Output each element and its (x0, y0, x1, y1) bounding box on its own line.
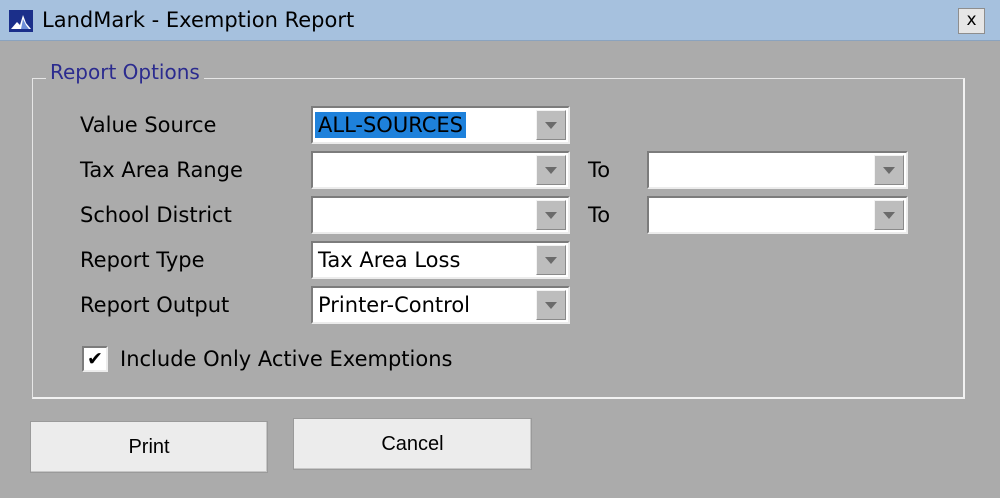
report-output-dropdown-button[interactable] (536, 290, 566, 320)
value-source-combo[interactable]: ALL-SOURCES (311, 106, 570, 144)
report-type-label: Report Type (80, 248, 205, 272)
tax-area-from-dropdown-button[interactable] (536, 155, 566, 185)
school-district-from-combo[interactable] (311, 196, 570, 234)
chevron-down-icon (545, 122, 557, 129)
chevron-down-icon (545, 212, 557, 219)
school-district-label: School District (80, 203, 232, 227)
school-district-to-label: To (588, 203, 611, 227)
chevron-down-icon (545, 257, 557, 264)
chevron-down-icon (883, 212, 895, 219)
report-output-label: Report Output (80, 293, 230, 317)
chevron-down-icon (545, 167, 557, 174)
value-source-label: Value Source (80, 113, 217, 137)
report-options-legend: Report Options (46, 60, 204, 84)
close-button[interactable]: x (958, 8, 985, 34)
tax-area-to-value (651, 157, 657, 183)
value-source-dropdown-button[interactable] (536, 110, 566, 140)
window-title: LandMark - Exemption Report (42, 8, 355, 32)
title-bar[interactable]: LandMark - Exemption Report x (0, 0, 1000, 41)
value-source-value: ALL-SOURCES (315, 112, 467, 138)
tax-area-from-combo[interactable] (311, 151, 570, 189)
tax-area-to-dropdown-button[interactable] (874, 155, 904, 185)
school-district-from-dropdown-button[interactable] (536, 200, 566, 230)
tax-area-to-label: To (588, 158, 611, 182)
school-district-from-value (315, 202, 321, 228)
cancel-button[interactable]: Cancel (293, 418, 532, 470)
tax-area-to-combo[interactable] (647, 151, 908, 189)
print-button[interactable]: Print (30, 421, 268, 473)
tax-area-range-label: Tax Area Range (80, 158, 243, 182)
report-type-dropdown-button[interactable] (536, 245, 566, 275)
school-district-to-value (651, 202, 657, 228)
school-district-to-combo[interactable] (647, 196, 908, 234)
tax-area-from-value (315, 157, 321, 183)
report-type-value: Tax Area Loss (318, 248, 461, 272)
include-active-checkbox[interactable]: ✔ (82, 346, 108, 372)
report-output-combo[interactable]: Printer-Control (311, 286, 570, 324)
landmark-app-icon (9, 10, 33, 32)
include-active-label[interactable]: Include Only Active Exemptions (120, 347, 452, 371)
report-type-combo[interactable]: Tax Area Loss (311, 241, 570, 279)
school-district-to-dropdown-button[interactable] (874, 200, 904, 230)
chevron-down-icon (883, 167, 895, 174)
chevron-down-icon (545, 302, 557, 309)
report-output-value: Printer-Control (318, 293, 471, 317)
